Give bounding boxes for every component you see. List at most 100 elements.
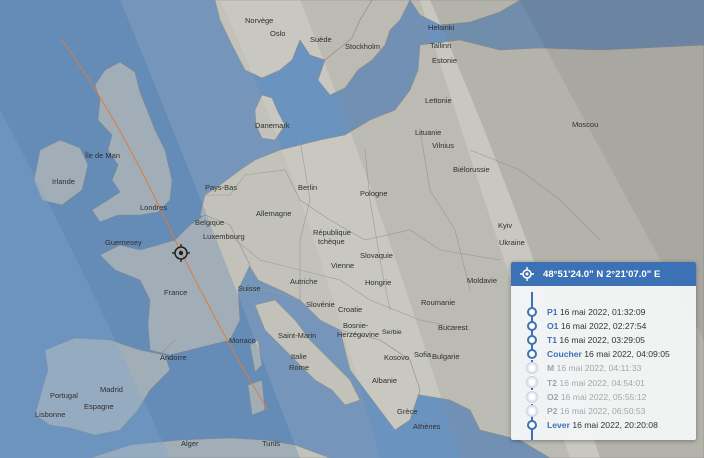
label-norvege: Norvège (245, 16, 273, 25)
label-lituanie: Lituanie (415, 128, 441, 137)
event-date: 16 mai 2022, 20:20:08 (572, 419, 658, 430)
label-sofia: Sofia (414, 350, 432, 359)
event-date: 16 mai 2022, 02:27:54 (560, 321, 647, 332)
label-bucarest: Bucarest (438, 323, 469, 332)
event-date: 16 mai 2022, 04:09:05 (584, 349, 670, 360)
event-row-o2[interactable]: O2 16 mai 2022, 05:55:12 (511, 390, 696, 404)
event-dot (527, 307, 537, 317)
label-espagne: Espagne (84, 402, 114, 411)
event-code: O2 (547, 391, 559, 402)
label-estonie: Estonie (432, 56, 457, 65)
label-rome: Rome (289, 363, 309, 372)
event-date: 16 mai 2022, 01:32:09 (559, 307, 646, 318)
label-slovaquie: Slovaquie (360, 251, 393, 260)
label-irlande: Irlande (52, 177, 75, 186)
label-guernesey: Guernesey (105, 238, 142, 247)
label-madrid: Madrid (100, 385, 123, 394)
label-pays-bas: Pays-Bas (205, 183, 237, 192)
label-oslo: Oslo (270, 29, 285, 38)
event-row-m[interactable]: M 16 mai 2022, 04:11:33 (511, 361, 696, 375)
event-dot (527, 405, 537, 416)
event-row-lever[interactable]: Lever 16 mai 2022, 20:20:08 (511, 418, 696, 432)
label-ukraine: Ukraine (499, 238, 525, 247)
label-kosovo: Kosovo (384, 353, 409, 362)
label-helsinki: Helsinki (428, 23, 455, 32)
label-autriche: Autriche (290, 277, 318, 286)
event-date: 16 mai 2022, 04:11:33 (556, 363, 642, 374)
label-ile-de-man: Île de Man (84, 151, 120, 160)
location-target-icon (520, 267, 534, 281)
event-row-t2[interactable]: T2 16 mai 2022, 04:54:01 (511, 375, 696, 389)
event-code: T1 (547, 335, 558, 346)
label-luxembourg: Luxembourg (203, 232, 245, 241)
label-bulgarie: Bulgarie (432, 352, 460, 361)
label-kyiv: Kyiv (498, 221, 512, 230)
label-suede: Suède (310, 35, 332, 44)
event-row-t1[interactable]: T1 16 mai 2022, 03:29:05 (511, 333, 696, 347)
event-code: O1 (547, 321, 559, 332)
label-croatie: Croatie (338, 305, 362, 314)
label-albanie: Albanie (372, 376, 397, 385)
label-republique: République (313, 228, 351, 237)
label-berlin: Berlin (298, 183, 317, 192)
label-andorre: Andorre (160, 353, 187, 362)
label-tallinn: Tallinn (430, 41, 451, 50)
event-row-o1[interactable]: O1 16 mai 2022, 02:27:54 (511, 319, 696, 333)
label-bosnie: Bosnie- (343, 321, 369, 330)
label-hongrie: Hongrie (365, 278, 391, 287)
event-row-p2[interactable]: P2 16 mai 2022, 06:50:53 (511, 404, 696, 418)
label-portugal: Portugal (50, 391, 78, 400)
label-grece: Grèce (397, 407, 417, 416)
label-moldavie: Moldavie (467, 276, 497, 285)
event-timeline: P1 16 mai 2022, 01:32:09 O1 16 mai 2022,… (511, 286, 696, 440)
event-dot (527, 321, 537, 332)
label-riga: Riga (412, 108, 428, 117)
label-serbie: Serbie (382, 329, 402, 336)
event-date: 16 mai 2022, 04:54:01 (559, 377, 645, 388)
event-code: M (547, 363, 555, 374)
eclipse-times-panel: 48°51'24.0" N 2°21'07.0" E P1 16 mai 202… (511, 262, 696, 440)
label-londres: Londres (140, 203, 167, 212)
label-athenes: Athènes (413, 422, 441, 431)
event-dot (527, 349, 537, 360)
label-allemagne: Allemagne (256, 209, 291, 218)
event-dot (527, 391, 537, 402)
label-saint-marin: Saint-Marin (278, 331, 316, 340)
event-dot (527, 377, 537, 388)
label-herzegovine: Herzégovine (337, 330, 379, 339)
label-italie: Italie (291, 352, 307, 361)
label-alger: Alger (181, 439, 199, 448)
label-tcheque: tchèque (318, 237, 345, 246)
event-date: 16 mai 2022, 03:29:05 (559, 335, 645, 346)
label-moscou: Moscou (572, 120, 598, 129)
label-france: France (164, 288, 187, 297)
label-suisse: Suisse (238, 284, 261, 293)
label-belgique: Belgique (195, 218, 224, 227)
event-dot (527, 419, 537, 430)
event-row-coucher[interactable]: Coucher 16 mai 2022, 04:09:05 (511, 347, 696, 361)
label-vilnius: Vilnius (432, 141, 454, 150)
label-roumanie: Roumanie (421, 298, 455, 307)
label-copenhague: Copenhague (266, 135, 309, 144)
event-row-p1[interactable]: P1 16 mai 2022, 01:32:09 (511, 305, 696, 319)
label-tunis: Tunis (262, 439, 280, 448)
event-code: Coucher (547, 349, 582, 360)
event-code: P2 (547, 405, 558, 416)
label-slovenie: Slovénie (306, 300, 335, 309)
panel-header[interactable]: 48°51'24.0" N 2°21'07.0" E (511, 262, 696, 286)
event-code: P1 (547, 307, 558, 318)
event-dot (527, 335, 537, 346)
label-lisbonne: Lisbonne (35, 410, 65, 419)
event-date: 16 mai 2022, 05:55:12 (560, 391, 647, 402)
coordinates-text: 48°51'24.0" N 2°21'07.0" E (543, 268, 661, 280)
label-lettonie: Lettonie (425, 96, 452, 105)
event-dot (527, 363, 537, 374)
event-code: Lever (547, 419, 570, 430)
label-vienne: Vienne (331, 261, 354, 270)
label-danemark: Danemark (255, 121, 290, 130)
label-pologne: Pologne (360, 189, 388, 198)
event-code: T2 (547, 377, 558, 388)
label-stockholm: Stockholm (345, 42, 380, 51)
label-bielorussie: Biélorussie (453, 165, 490, 174)
label-monaco: Monaco (229, 336, 256, 345)
